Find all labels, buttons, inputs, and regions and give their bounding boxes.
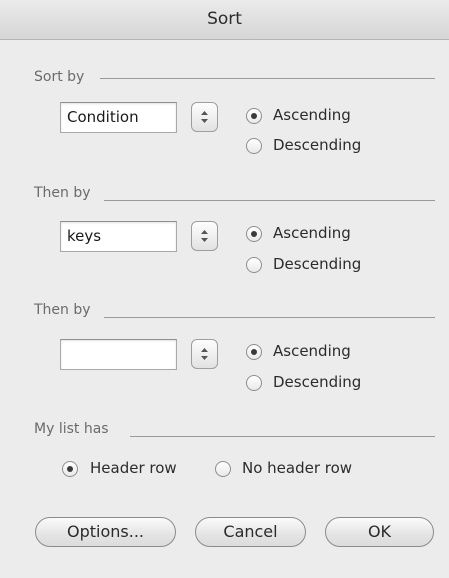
sort-by-stepper[interactable] <box>191 102 218 132</box>
then-by-1-ascending-label[interactable]: Ascending <box>273 224 351 242</box>
options-button[interactable]: Options... <box>35 517 176 547</box>
sort-by-divider <box>100 78 435 79</box>
then-by-1-divider <box>104 200 435 201</box>
ok-button[interactable]: OK <box>325 517 434 547</box>
stepper-arrows-icon <box>201 111 208 123</box>
then-by-2-descending-radio[interactable] <box>246 375 262 391</box>
title-bar: Sort <box>0 0 449 40</box>
then-by-2-divider <box>104 317 435 318</box>
then-by-2-ascending-label[interactable]: Ascending <box>273 342 351 360</box>
header-row-radio[interactable] <box>62 461 78 477</box>
sort-by-descending-label[interactable]: Descending <box>273 136 361 154</box>
sort-by-label: Sort by <box>34 69 88 85</box>
then-by-1-field[interactable]: keys <box>60 221 177 252</box>
list-has-label: My list has <box>34 421 112 437</box>
list-has-divider <box>130 436 435 437</box>
then-by-2-field[interactable] <box>60 339 177 370</box>
cancel-button[interactable]: Cancel <box>195 517 306 547</box>
sort-by-ascending-radio[interactable] <box>246 108 262 124</box>
then-by-1-descending-radio[interactable] <box>246 257 262 273</box>
then-by-1-ascending-radio[interactable] <box>246 226 262 242</box>
then-by-2-descending-label[interactable]: Descending <box>273 373 361 391</box>
stepper-arrows-icon <box>201 230 208 242</box>
then-by-1-label: Then by <box>34 185 94 201</box>
sort-by-descending-radio[interactable] <box>246 138 262 154</box>
sort-by-ascending-label[interactable]: Ascending <box>273 106 351 124</box>
header-row-label[interactable]: Header row <box>90 459 177 477</box>
then-by-2-ascending-radio[interactable] <box>246 344 262 360</box>
then-by-1-descending-label[interactable]: Descending <box>273 255 361 273</box>
stepper-arrows-icon <box>201 348 208 360</box>
no-header-row-label[interactable]: No header row <box>242 459 352 477</box>
no-header-row-radio[interactable] <box>215 461 231 477</box>
dialog-title: Sort <box>207 9 242 29</box>
then-by-2-label: Then by <box>34 302 94 318</box>
then-by-2-stepper[interactable] <box>191 339 218 369</box>
then-by-1-stepper[interactable] <box>191 221 218 251</box>
sort-by-field[interactable]: Condition <box>60 102 177 133</box>
